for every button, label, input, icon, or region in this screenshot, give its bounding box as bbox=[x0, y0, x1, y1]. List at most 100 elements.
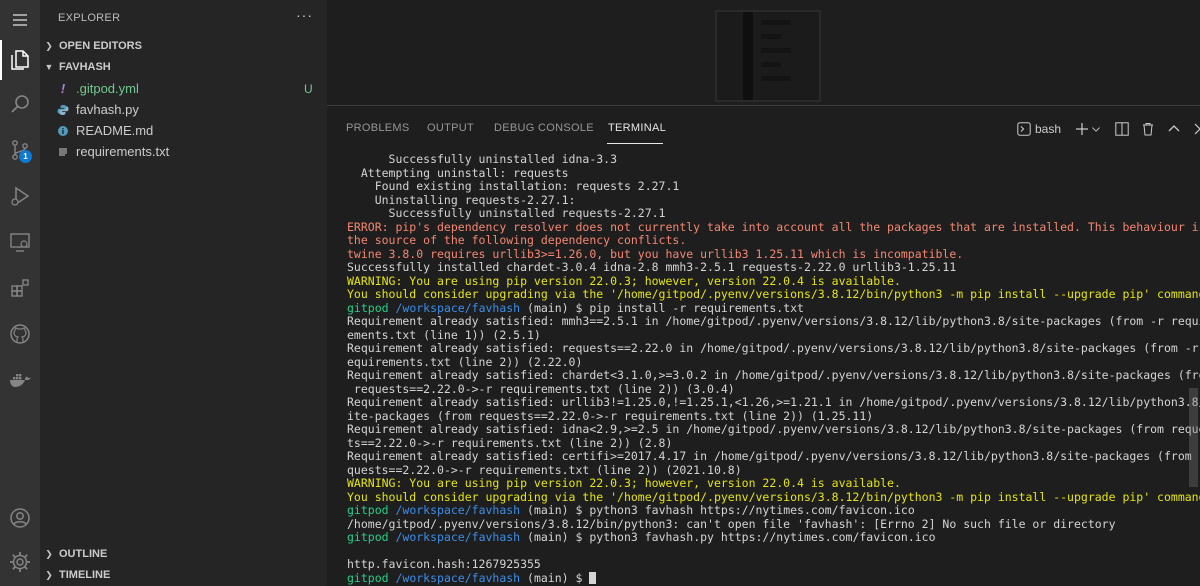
terminal-text: Found existing installation: requests 2.… bbox=[347, 179, 680, 193]
open-editors-section[interactable]: ❯ OPEN EDITORS bbox=[40, 36, 327, 56]
terminal-line: Requirement already satisfied: idna<2.9,… bbox=[347, 422, 1200, 437]
terminal-text: Attempting uninstall: requests bbox=[347, 165, 569, 180]
terminal-text: ERROR: pip's dependency resolver does no… bbox=[347, 219, 1200, 234]
terminal-line: Requirement already satisfied: requests=… bbox=[347, 341, 1199, 356]
terminal-text: /workspace/favhash bbox=[395, 570, 521, 585]
terminal-text: the source of the following dependency c… bbox=[347, 233, 687, 247]
terminal-text: /workspace/favhash bbox=[395, 530, 521, 544]
terminal-line: ERROR: pip's dependency resolver does no… bbox=[347, 220, 1200, 235]
terminal-cursor bbox=[589, 571, 597, 584]
file-readme-md[interactable]: README.md bbox=[40, 120, 327, 141]
ellipsis-icon[interactable]: ··· bbox=[296, 7, 313, 23]
terminal-line: Uninstalling requests-2.27.1: bbox=[347, 192, 1192, 208]
terminal-line: ements.txt (line 1)) (2.5.1) bbox=[347, 327, 1192, 343]
extensions-icon[interactable] bbox=[0, 268, 40, 308]
terminal-text: requests==2.22.0->-r requirements.txt (l… bbox=[347, 381, 735, 396]
terminal-text: WARNING: You are using pip version 22.0.… bbox=[347, 273, 901, 288]
search-icon[interactable] bbox=[0, 84, 40, 124]
terminal-text: (main) $ python3 favhash.py https://nyti… bbox=[520, 530, 936, 544]
chevron-up-icon[interactable] bbox=[1167, 120, 1181, 138]
terminal-line: You should consider upgrading via the '/… bbox=[347, 490, 1200, 505]
terminal-line: Successfully uninstalled requests-2.27.1 bbox=[347, 206, 1192, 221]
remote-explorer-icon[interactable] bbox=[0, 222, 40, 262]
terminal-text: ements.txt (line 1)) (2.5.1) bbox=[347, 327, 541, 342]
new-terminal-plus-icon[interactable] bbox=[1075, 120, 1089, 138]
lines-icon bbox=[56, 146, 70, 158]
active-tab-indicator bbox=[607, 143, 663, 144]
terminal-line: Requirement already satisfied: certifi>=… bbox=[347, 449, 1200, 464]
github-icon[interactable] bbox=[0, 314, 40, 354]
run-debug-icon[interactable] bbox=[0, 176, 40, 216]
chevron-down-icon[interactable] bbox=[1091, 120, 1101, 138]
file-requirements-txt[interactable]: requirements.txt bbox=[40, 141, 327, 162]
exclamation-icon: ! bbox=[60, 81, 66, 96]
terminal-text: Requirement already satisfied: requests=… bbox=[347, 341, 1200, 355]
terminal-line: Requirement already satisfied: mmh3==2.5… bbox=[347, 314, 1200, 329]
terminal-text: Uninstalling requests-2.27.1: bbox=[347, 192, 576, 207]
account-icon[interactable] bbox=[0, 498, 40, 538]
terminal-line: Successfully uninstalled idna-3.3 bbox=[347, 152, 1192, 167]
terminal-line: Attempting uninstall: requests bbox=[347, 165, 1192, 181]
terminal-text: /workspace/favhash bbox=[395, 503, 521, 517]
terminal-line: Found existing installation: requests 2.… bbox=[347, 179, 1192, 194]
file-gitpod-yml[interactable]: ! .gitpod.yml U bbox=[40, 78, 327, 99]
scm-badge: 1 bbox=[19, 150, 32, 163]
chevron-down-icon: ▼ bbox=[44, 62, 54, 72]
terminal-line: gitpod /workspace/favhash (main) $ pip i… bbox=[347, 300, 1192, 316]
timeline-section[interactable]: ❯ TIMELINE bbox=[40, 565, 327, 585]
terminal-text: WARNING: You are using pip version 22.0.… bbox=[347, 476, 901, 490]
file-name: requirements.txt bbox=[76, 144, 170, 159]
terminal-output[interactable]: Successfully uninstalled idna-3.3 Attemp… bbox=[347, 152, 1200, 586]
outline-section[interactable]: ❯ OUTLINE bbox=[40, 544, 327, 564]
chevron-right-icon: ❯ bbox=[45, 569, 53, 580]
terminal-line: ite-packages (from requests==2.22.0->-r … bbox=[347, 409, 1192, 424]
settings-gear-icon[interactable] bbox=[0, 542, 40, 582]
trash-icon[interactable] bbox=[1141, 120, 1155, 138]
chevron-right-icon: ❯ bbox=[45, 40, 53, 51]
terminal-text: You should consider upgrading via the '/… bbox=[347, 287, 1200, 301]
terminal-line: WARNING: You are using pip version 22.0.… bbox=[347, 273, 1192, 289]
tab-debug-console[interactable]: DEBUG CONSOLE bbox=[494, 122, 594, 134]
close-icon[interactable] bbox=[1193, 120, 1200, 138]
terminal-text: Successfully installed chardet-3.0.4 idn… bbox=[347, 260, 957, 274]
python-icon bbox=[56, 104, 70, 116]
terminal-text: ts==2.22.0->-r requirements.txt (line 2)… bbox=[347, 435, 673, 450]
terminal-text: Requirement already satisfied: chardet<3… bbox=[347, 368, 1200, 382]
folder-section[interactable]: ▼ FAVHASH bbox=[40, 57, 327, 77]
menu-icon[interactable] bbox=[0, 0, 40, 40]
source-control-icon[interactable] bbox=[0, 130, 40, 170]
terminal-line: the source of the following dependency c… bbox=[347, 233, 1192, 248]
terminal-text: gitpod bbox=[347, 503, 389, 517]
split-terminal-icon[interactable] bbox=[1115, 120, 1129, 138]
terminal-scrollbar[interactable] bbox=[1189, 388, 1198, 487]
info-icon bbox=[56, 125, 70, 137]
terminal-text: Requirement already satisfied: certifi>=… bbox=[347, 449, 1200, 463]
terminal-line: ts==2.22.0->-r requirements.txt (line 2)… bbox=[347, 435, 1192, 451]
shell-name[interactable]: bash bbox=[1035, 120, 1061, 138]
docker-icon[interactable] bbox=[0, 360, 40, 400]
terminal-text: http.favicon.hash:1267925355 bbox=[347, 557, 541, 571]
explorer-files-icon[interactable] bbox=[0, 40, 40, 80]
terminal-text: gitpod bbox=[347, 570, 389, 585]
tab-terminal[interactable]: TERMINAL bbox=[608, 122, 666, 134]
file-favhash-py[interactable]: favhash.py bbox=[40, 99, 327, 120]
terminal-text: Requirement already satisfied: urllib3!=… bbox=[347, 395, 1200, 409]
explorer-sidebar: EXPLORER ··· ❯ OPEN EDITORS ▼ FAVHASH ! … bbox=[40, 0, 327, 586]
terminal-text: /home/gitpod/.pyenv/versions/3.8.12/bin/… bbox=[347, 516, 1116, 531]
tab-problems[interactable]: PROBLEMS bbox=[346, 122, 410, 134]
timeline-label: TIMELINE bbox=[59, 569, 111, 581]
terminal-text: Requirement already satisfied: idna<2.9,… bbox=[347, 422, 1200, 436]
terminal-line: Requirement already satisfied: chardet<3… bbox=[347, 368, 1200, 383]
tab-output[interactable]: OUTPUT bbox=[427, 122, 474, 134]
terminal-line: equirements.txt (line 2)) (2.22.0) bbox=[347, 355, 1192, 370]
terminal-line: http.favicon.hash:1267925355 bbox=[347, 557, 1192, 572]
file-name: favhash.py bbox=[76, 102, 139, 117]
terminal-line: gitpod /workspace/favhash (main) $ bbox=[347, 570, 1192, 586]
folder-label: FAVHASH bbox=[59, 61, 111, 73]
file-name: README.md bbox=[76, 123, 154, 138]
terminal-line: Successfully installed chardet-3.0.4 idn… bbox=[347, 260, 1192, 275]
terminal-text: gitpod bbox=[347, 300, 389, 315]
terminal-line: Requirement already satisfied: urllib3!=… bbox=[347, 395, 1200, 410]
file-name: .gitpod.yml bbox=[76, 81, 139, 96]
